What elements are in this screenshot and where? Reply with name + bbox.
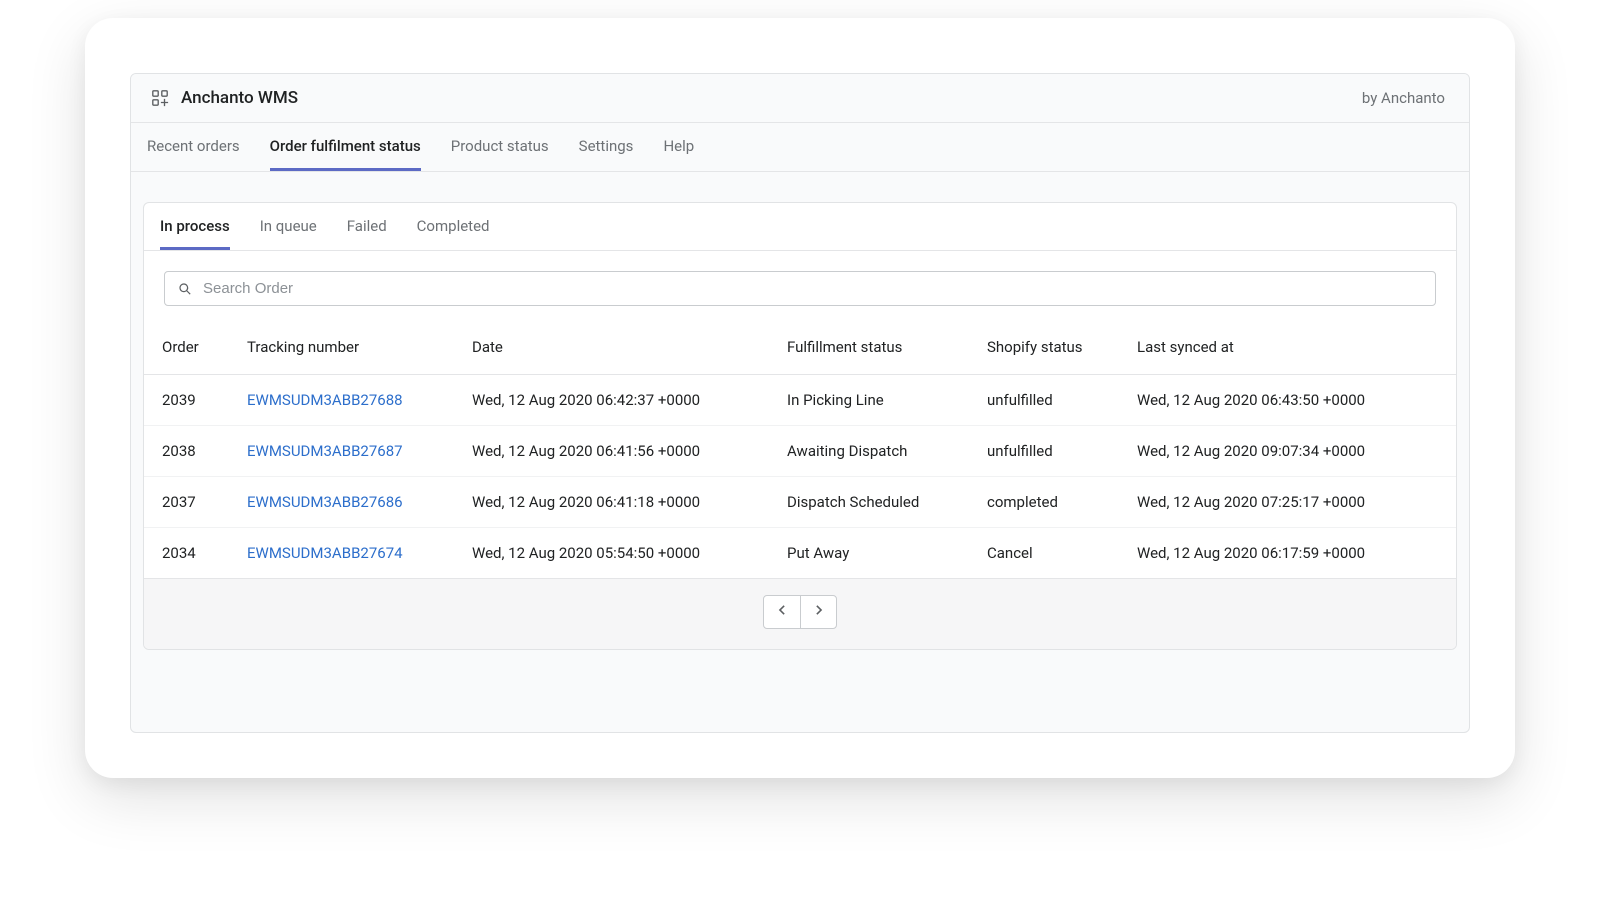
cell-shopify: unfulfilled: [969, 426, 1119, 477]
table-row: 2037 EWMSUDM3ABB27686 Wed, 12 Aug 2020 0…: [144, 477, 1456, 528]
cell-synced: Wed, 12 Aug 2020 07:25:17 +0000: [1119, 477, 1456, 528]
header-left: Anchanto WMS: [151, 88, 298, 108]
col-header-synced: Last synced at: [1119, 326, 1456, 375]
tracking-link[interactable]: EWMSUDM3ABB27688: [247, 391, 403, 409]
col-header-date: Date: [454, 326, 769, 375]
pager-next-button[interactable]: [800, 596, 836, 628]
search-wrap: [144, 251, 1456, 306]
tab-recent-orders[interactable]: Recent orders: [147, 123, 240, 171]
cell-order: 2037: [144, 477, 229, 528]
cell-date: Wed, 12 Aug 2020 05:54:50 +0000: [454, 528, 769, 579]
table-row: 2039 EWMSUDM3ABB27688 Wed, 12 Aug 2020 0…: [144, 375, 1456, 426]
pager-group: [763, 595, 837, 629]
table-row: 2034 EWMSUDM3ABB27674 Wed, 12 Aug 2020 0…: [144, 528, 1456, 579]
app-byline: by Anchanto: [1362, 89, 1445, 107]
table-row: 2038 EWMSUDM3ABB27687 Wed, 12 Aug 2020 0…: [144, 426, 1456, 477]
cell-shopify: completed: [969, 477, 1119, 528]
cell-synced: Wed, 12 Aug 2020 06:43:50 +0000: [1119, 375, 1456, 426]
search-icon: [177, 281, 193, 297]
tracking-link[interactable]: EWMSUDM3ABB27674: [247, 544, 403, 562]
subtab-in-process[interactable]: In process: [160, 203, 230, 250]
pager: [144, 579, 1456, 649]
subtab-failed[interactable]: Failed: [347, 203, 387, 250]
col-header-shopify: Shopify status: [969, 326, 1119, 375]
cell-synced: Wed, 12 Aug 2020 09:07:34 +0000: [1119, 426, 1456, 477]
search-box[interactable]: [164, 271, 1436, 306]
subtab-in-queue[interactable]: In queue: [260, 203, 317, 250]
table-header-row: Order Tracking number Date Fulfillment s…: [144, 326, 1456, 375]
search-input[interactable]: [203, 280, 1423, 297]
app-title: Anchanto WMS: [181, 88, 298, 108]
cell-fulfillment: Dispatch Scheduled: [769, 477, 969, 528]
cell-shopify: Cancel: [969, 528, 1119, 579]
cell-order: 2039: [144, 375, 229, 426]
tracking-link[interactable]: EWMSUDM3ABB27686: [247, 493, 403, 511]
sub-tabs: In process In queue Failed Completed: [144, 203, 1456, 251]
cell-date: Wed, 12 Aug 2020 06:42:37 +0000: [454, 375, 769, 426]
tab-product-status[interactable]: Product status: [451, 123, 549, 171]
cell-shopify: unfulfilled: [969, 375, 1119, 426]
col-header-tracking: Tracking number: [229, 326, 454, 375]
orders-panel: In process In queue Failed Completed: [143, 202, 1457, 650]
cell-order: 2034: [144, 528, 229, 579]
arrow-right-icon: [811, 602, 827, 622]
cell-date: Wed, 12 Aug 2020 06:41:18 +0000: [454, 477, 769, 528]
col-header-order: Order: [144, 326, 229, 375]
main-tabs: Recent orders Order fulfilment status Pr…: [131, 123, 1469, 172]
cell-order: 2038: [144, 426, 229, 477]
cell-fulfillment: Put Away: [769, 528, 969, 579]
arrow-left-icon: [774, 602, 790, 622]
cell-fulfillment: In Picking Line: [769, 375, 969, 426]
tab-settings[interactable]: Settings: [579, 123, 634, 171]
app-inner: Anchanto WMS by Anchanto Recent orders O…: [130, 73, 1470, 733]
col-header-fulfillment: Fulfillment status: [769, 326, 969, 375]
app-menu-icon: [151, 89, 169, 107]
subtab-completed[interactable]: Completed: [417, 203, 490, 250]
window-frame: Anchanto WMS by Anchanto Recent orders O…: [0, 0, 1600, 900]
cell-synced: Wed, 12 Aug 2020 06:17:59 +0000: [1119, 528, 1456, 579]
cell-fulfillment: Awaiting Dispatch: [769, 426, 969, 477]
tracking-link[interactable]: EWMSUDM3ABB27687: [247, 442, 403, 460]
tab-order-fulfilment-status[interactable]: Order fulfilment status: [270, 123, 421, 171]
header-bar: Anchanto WMS by Anchanto: [131, 74, 1469, 123]
pager-prev-button[interactable]: [764, 596, 800, 628]
app-card: Anchanto WMS by Anchanto Recent orders O…: [85, 18, 1515, 778]
tab-help[interactable]: Help: [663, 123, 694, 171]
orders-table: Order Tracking number Date Fulfillment s…: [144, 326, 1456, 579]
cell-date: Wed, 12 Aug 2020 06:41:56 +0000: [454, 426, 769, 477]
